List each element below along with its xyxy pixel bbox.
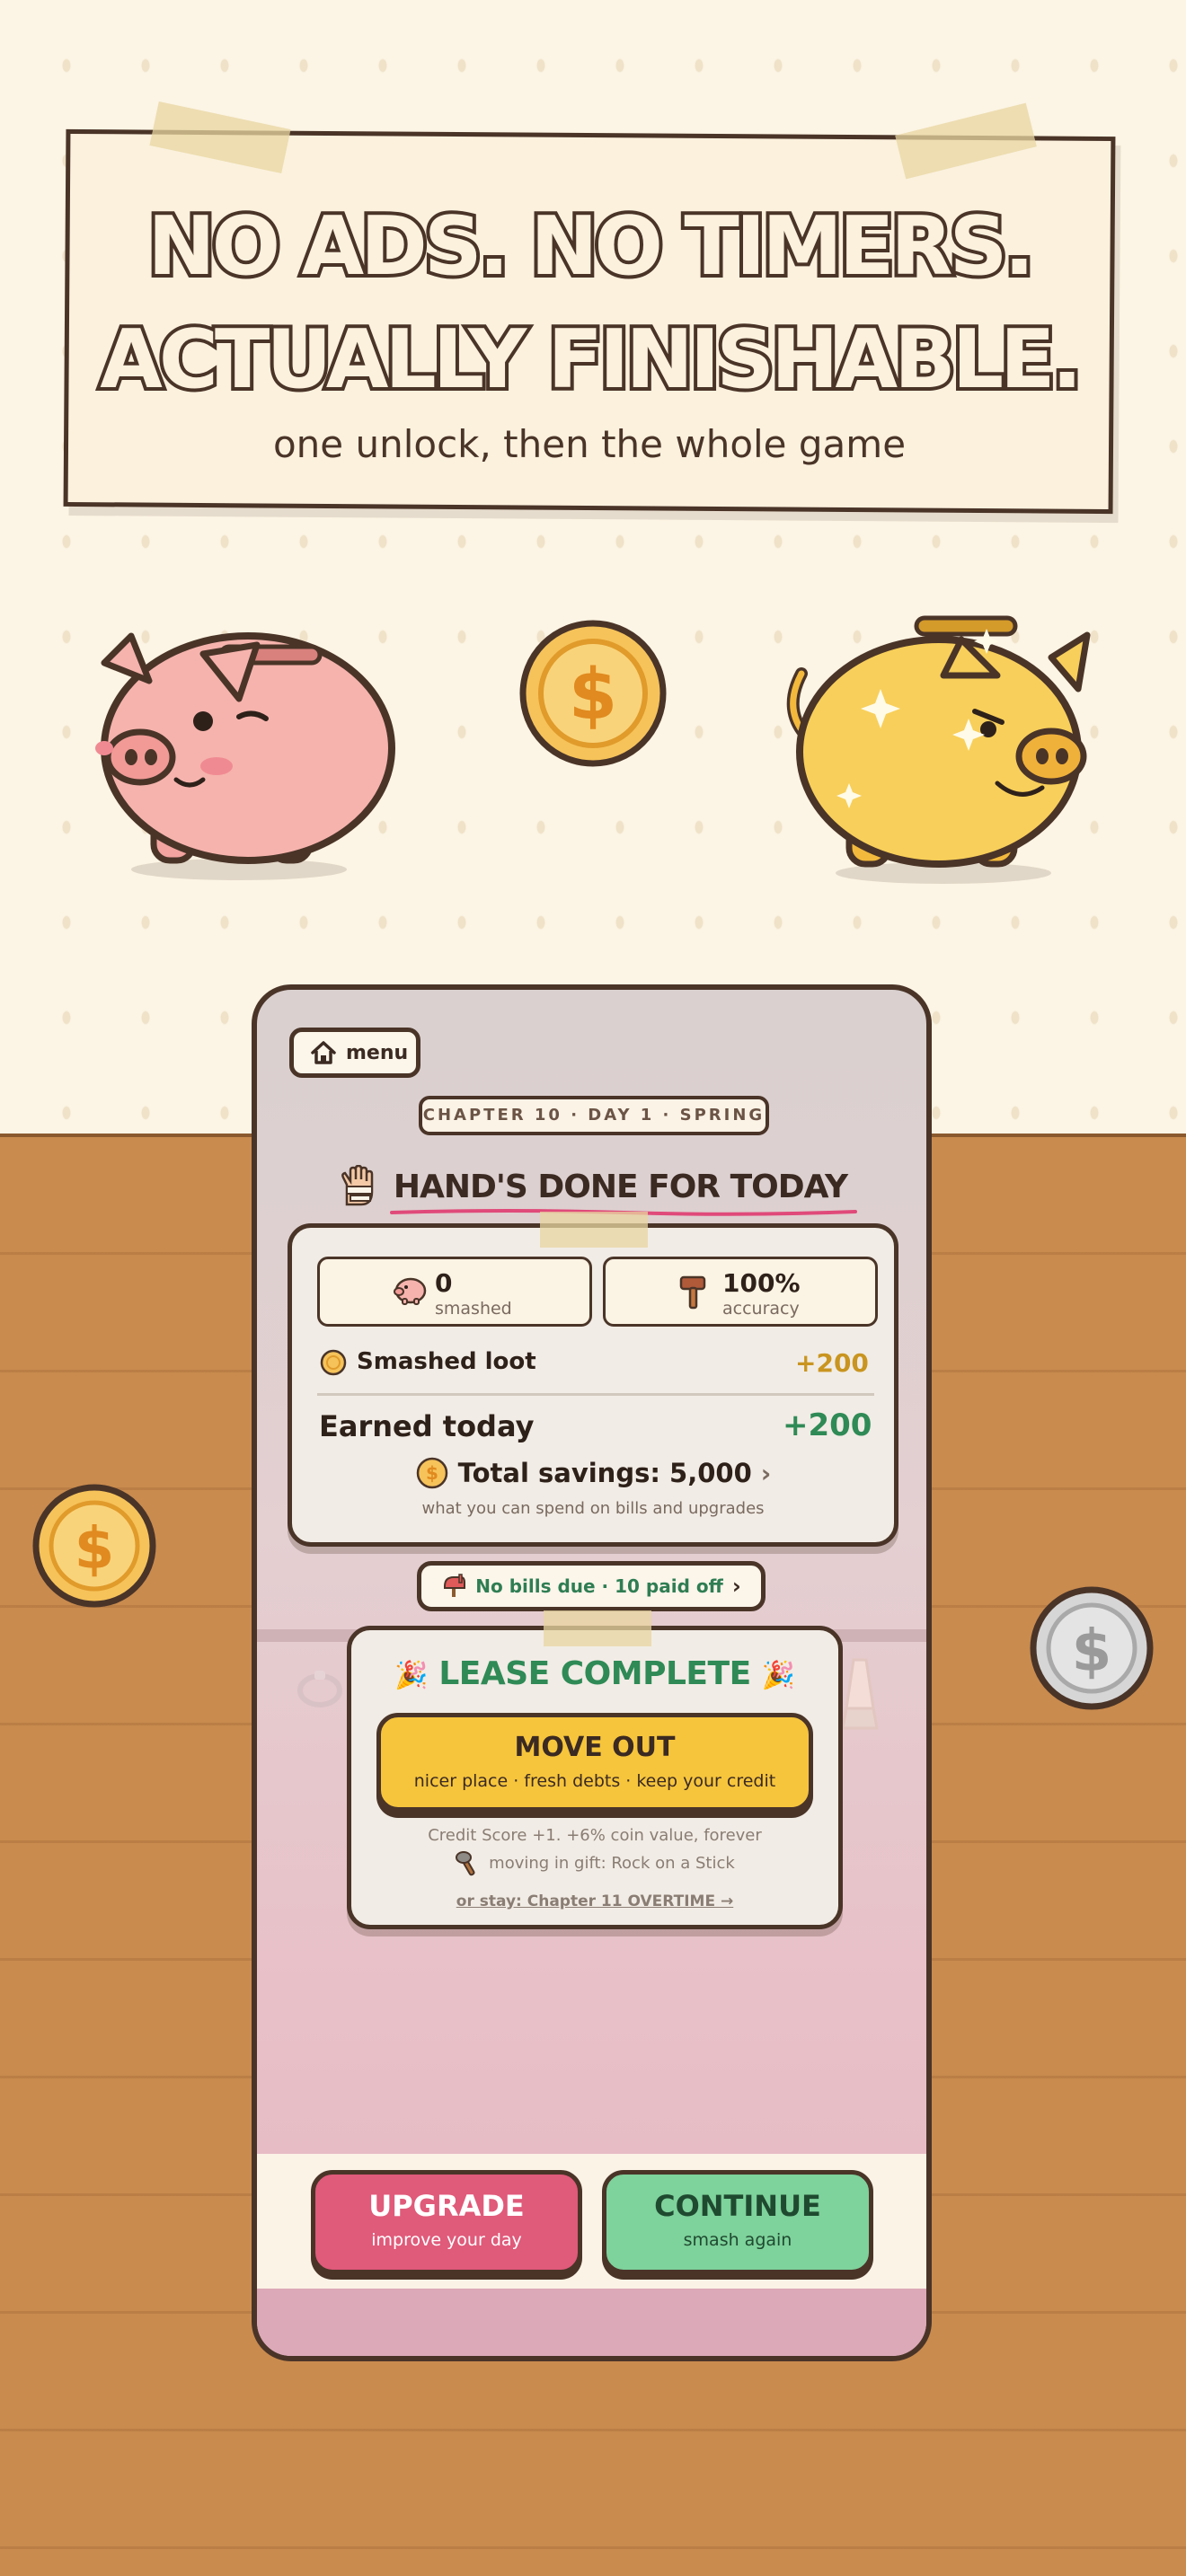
home-icon xyxy=(311,1041,336,1064)
smashed-loot-value: +200 xyxy=(795,1348,869,1378)
smashed-value: 0 xyxy=(435,1268,453,1298)
confetti-icon: 🎉 xyxy=(394,1660,429,1691)
svg-text:$: $ xyxy=(426,1462,438,1484)
svg-text:$: $ xyxy=(75,1516,115,1583)
ring-icon xyxy=(297,1671,342,1707)
continue-subtitle: smash again xyxy=(683,2230,792,2250)
upgrade-subtitle: improve your day xyxy=(371,2230,522,2250)
earned-today-value: +200 xyxy=(783,1407,872,1443)
continue-button[interactable]: CONTINUE smash again xyxy=(602,2170,873,2274)
smashed-stat: 0 smashed xyxy=(317,1257,592,1327)
card-tape xyxy=(544,1610,651,1646)
day-summary-card: 0 smashed 100% accuracy Smashed loot +20… xyxy=(288,1212,898,1547)
bills-status-text: No bills due · 10 paid off xyxy=(475,1575,723,1597)
move-out-title: MOVE OUT xyxy=(514,1732,676,1763)
move-out-subtitle: nicer place · fresh debts · keep your cr… xyxy=(413,1771,776,1791)
gold-piggy-bank-icon xyxy=(786,615,1091,884)
continue-title: CONTINUE xyxy=(654,2189,821,2223)
lease-complete-card: 🎉 LEASE COMPLETE 🎉 MOVE OUT nicer place … xyxy=(347,1610,843,1929)
divider xyxy=(317,1393,874,1396)
menu-button[interactable]: menu xyxy=(289,1028,420,1078)
lava-lamp-icon xyxy=(841,1658,879,1730)
bills-status-button[interactable]: No bills due · 10 paid off › xyxy=(417,1561,766,1611)
moving-gift-note: moving in gift: Rock on a Stick xyxy=(351,1849,838,1876)
menu-label: menu xyxy=(346,1041,409,1064)
chevron-right-icon: › xyxy=(760,1458,772,1488)
earned-today-label: Earned today xyxy=(319,1409,535,1443)
accuracy-stat: 100% accuracy xyxy=(603,1257,878,1327)
total-savings-link[interactable]: $ Total savings: 5,000 › xyxy=(292,1456,894,1490)
accuracy-label: accuracy xyxy=(722,1299,800,1319)
upgrade-button[interactable]: UPGRADE improve your day xyxy=(311,2170,582,2274)
chapter-tag: CHAPTER 10 · DAY 1 · SPRING xyxy=(419,1096,769,1135)
dollar-coin-icon: $ xyxy=(519,620,667,767)
headline-line-1: NO ADS. NO TIMERS. xyxy=(144,196,1038,297)
dollar-coin-icon: $ xyxy=(32,1484,156,1608)
day-title-text: HAND'S DONE FOR TODAY xyxy=(393,1168,848,1205)
silver-coin-icon: $ xyxy=(1030,1586,1154,1710)
moving-gift-text: moving in gift: Rock on a Stick xyxy=(489,1853,735,1873)
bandaged-hand-icon xyxy=(341,1165,374,1206)
rock-on-stick-icon xyxy=(456,1851,475,1876)
upgrade-title: UPGRADE xyxy=(368,2189,525,2223)
coin-icon xyxy=(320,1349,347,1376)
stay-overtime-link[interactable]: or stay: Chapter 11 OVERTIME → xyxy=(351,1892,838,1910)
move-out-button[interactable]: MOVE OUT nicer place · fresh debts · kee… xyxy=(376,1713,813,1812)
total-savings-note: what you can spend on bills and upgrades xyxy=(421,1499,765,1518)
credit-score-note: Credit Score +1. +6% coin value, forever xyxy=(428,1826,762,1845)
headline-line-2: ACTUALLY FINISHABLE. xyxy=(96,309,1085,410)
phone-bottom-strip xyxy=(257,2289,926,2356)
hammer-icon xyxy=(679,1275,706,1310)
smashed-loot-label: Smashed loot xyxy=(357,1348,536,1375)
phone-screen: menu CHAPTER 10 · DAY 1 · SPRING HAND'S … xyxy=(252,984,932,2361)
svg-text:$: $ xyxy=(1072,1619,1112,1685)
lease-title-text: LEASE COMPLETE xyxy=(438,1655,751,1692)
dollar-coin-icon: $ xyxy=(416,1457,447,1489)
piggy-icon xyxy=(394,1277,427,1305)
svg-text:$: $ xyxy=(569,655,617,736)
confetti-icon: 🎉 xyxy=(761,1660,795,1691)
card-tape xyxy=(540,1212,648,1248)
mailbox-icon xyxy=(444,1574,466,1597)
lease-title-row: 🎉 LEASE COMPLETE 🎉 xyxy=(351,1655,838,1692)
pink-piggy-bank-icon xyxy=(95,632,395,880)
accuracy-value: 100% xyxy=(722,1268,801,1298)
total-savings-label: Total savings: 5,000 xyxy=(457,1458,752,1488)
chevron-right-icon: › xyxy=(731,1574,741,1599)
smashed-label: smashed xyxy=(435,1299,512,1319)
headline-subline: one unlock, then the whole game xyxy=(272,422,907,466)
